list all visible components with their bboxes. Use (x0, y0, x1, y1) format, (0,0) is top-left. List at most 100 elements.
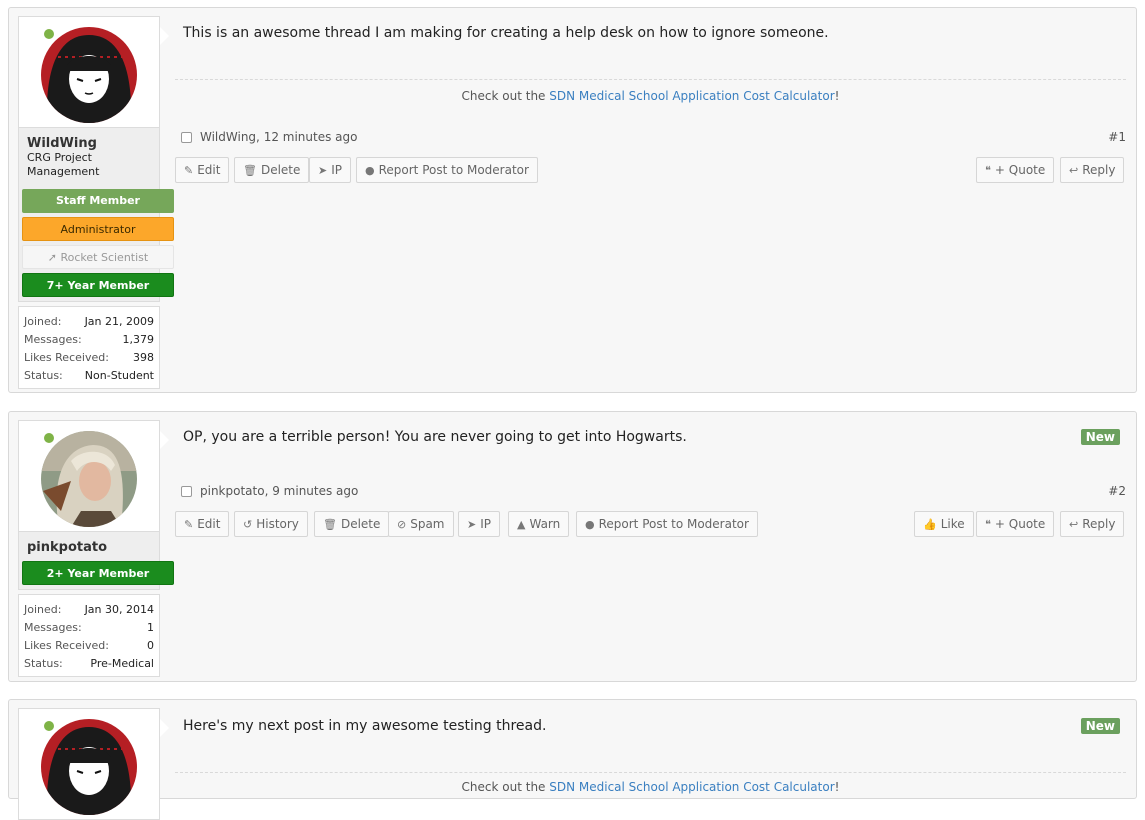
warning-icon: ▲ (517, 518, 526, 531)
stat-label: Likes Received: (24, 639, 109, 652)
stat-value: Jan 21, 2009 (84, 315, 154, 328)
post-3: Here's my next post in my awesome testin… (8, 699, 1137, 820)
post-time[interactable]: 9 minutes ago (272, 484, 358, 498)
reply-label: Reply (1082, 163, 1116, 177)
edit-button[interactable]: ✎ Edit (175, 157, 230, 183)
stat-label: Status: (24, 369, 63, 382)
quote-icon: ❝ (985, 518, 991, 531)
avatar-box (18, 16, 169, 128)
stat-value: Jan 30, 2014 (84, 603, 154, 616)
user-title: CRG Project Management (27, 151, 100, 178)
reply-icon: ↩ (1069, 518, 1079, 531)
post-number[interactable]: #1 (1108, 130, 1126, 144)
report-button[interactable]: ● Report Post to Moderator (576, 511, 758, 537)
user-panel (18, 708, 169, 820)
username[interactable]: WildWing (27, 136, 151, 151)
stat-value: Non-Student (84, 369, 154, 382)
admin-banner: Administrator (22, 217, 174, 241)
pencil-icon: ✎ (184, 164, 194, 177)
history-button[interactable]: ↺ History (234, 511, 308, 537)
delete-button[interactable]: 🗑 Delete (314, 511, 390, 537)
ip-label: IP (480, 517, 491, 531)
report-label: Report Post to Moderator (598, 517, 749, 531)
report-button[interactable]: ● Report Post to Moderator (356, 157, 538, 183)
select-post-checkbox[interactable] (181, 131, 192, 143)
report-label: Report Post to Moderator (378, 163, 529, 177)
avatar[interactable] (41, 27, 137, 123)
stat-label: Status: (24, 657, 63, 670)
delete-button[interactable]: 🗑 Delete (234, 157, 310, 183)
online-indicator (44, 721, 54, 731)
thumbs-up-icon: 👍 (923, 518, 937, 531)
stat-value: 0 (147, 639, 154, 652)
history-label: History (256, 517, 299, 531)
message-text: OP, you are a terrible person! You are n… (183, 429, 687, 445)
rocket-icon: ➚ (47, 251, 57, 264)
online-indicator (44, 29, 54, 39)
avatar-box (18, 708, 169, 820)
staff-banner: Staff Member (22, 189, 174, 213)
reply-icon: ↩ (1069, 164, 1079, 177)
reply-button[interactable]: ↩ Reply (1060, 157, 1125, 183)
post-actions: ✎ Edit ↺ History 🗑 Delete ⊘ Spam ➤ IP ▲ Warn ●… (175, 511, 1127, 537)
username[interactable]: pinkpotato (27, 540, 151, 555)
signature: Check out the SDN Medical School Applica… (175, 89, 1126, 103)
ip-button[interactable]: ➤ IP (309, 157, 351, 183)
signature-link[interactable]: SDN Medical School Application Cost Calc… (549, 89, 834, 103)
signature-text: Check out the (461, 780, 550, 794)
online-indicator (44, 433, 54, 443)
pencil-icon: ✎ (184, 518, 194, 531)
new-badge: New (1080, 718, 1120, 734)
stat-label: Messages: (24, 621, 82, 634)
signature: Check out the SDN Medical School Applica… (175, 780, 1126, 794)
message-text: This is an awesome thread I am making fo… (183, 25, 829, 41)
signature-suffix: ! (834, 89, 840, 103)
message-meta: WildWing, 12 minutes ago (181, 130, 357, 144)
edit-label: Edit (197, 517, 221, 531)
message-text: Here's my next post in my awesome testin… (183, 718, 547, 734)
alert-circle-icon: ● (585, 518, 595, 531)
quote-icon: ❝ (985, 164, 991, 177)
warn-button[interactable]: ▲ Warn (508, 511, 570, 537)
ip-button[interactable]: ➤ IP (458, 511, 500, 537)
new-badge: New (1080, 429, 1120, 445)
signature-link[interactable]: SDN Medical School Application Cost Calc… (549, 780, 834, 794)
trash-icon: 🗑 (323, 518, 337, 531)
stat-value[interactable]: 1,379 (123, 331, 155, 349)
select-post-checkbox[interactable] (181, 485, 192, 497)
rocket-banner-label: Rocket Scientist (60, 251, 149, 264)
send-icon: ➤ (467, 518, 477, 531)
rocket-scientist-banner: ➚ Rocket Scientist (22, 245, 174, 269)
year-member-banner: 2+ Year Member (22, 561, 174, 585)
user-panel: pinkpotato 2+ Year Member Joined: Jan 30,… (18, 420, 174, 677)
stat-label: Messages: (24, 333, 82, 346)
quote-label: + Quote (994, 517, 1046, 531)
reply-button[interactable]: ↩ Reply (1060, 511, 1125, 537)
edit-button[interactable]: ✎ Edit (175, 511, 230, 537)
signature-separator (175, 772, 1126, 773)
spam-button[interactable]: ⊘ Spam (388, 511, 454, 537)
post-time[interactable]: 12 minutes ago (264, 130, 358, 144)
quote-button[interactable]: ❝ + Quote (976, 157, 1055, 183)
stat-label: Joined: (24, 603, 62, 616)
message-meta: pinkpotato, 9 minutes ago (181, 484, 358, 498)
avatar-box (18, 420, 169, 532)
meta-comma: , (256, 130, 264, 144)
post-author[interactable]: pinkpotato (200, 484, 265, 498)
like-button[interactable]: 👍 Like (914, 511, 974, 537)
quote-button[interactable]: ❝ + Quote (976, 511, 1055, 537)
user-name-box: WildWing CRG Project Management Staff Me… (18, 128, 174, 302)
delete-label: Delete (260, 163, 301, 177)
quote-label: + Quote (994, 163, 1046, 177)
signature-separator (175, 79, 1126, 80)
edit-label: Edit (197, 163, 221, 177)
ip-label: IP (331, 163, 342, 177)
signature-text: Check out the (461, 89, 550, 103)
post-author[interactable]: WildWing (200, 130, 256, 144)
stat-value: Pre-Medical (90, 657, 154, 670)
avatar[interactable] (41, 431, 137, 527)
post-number[interactable]: #2 (1108, 484, 1126, 498)
stat-value[interactable]: 1 (147, 619, 154, 637)
user-extra-info: Joined: Jan 21, 2009 Messages: 1,379 Likes… (18, 306, 160, 389)
avatar[interactable] (41, 719, 137, 815)
